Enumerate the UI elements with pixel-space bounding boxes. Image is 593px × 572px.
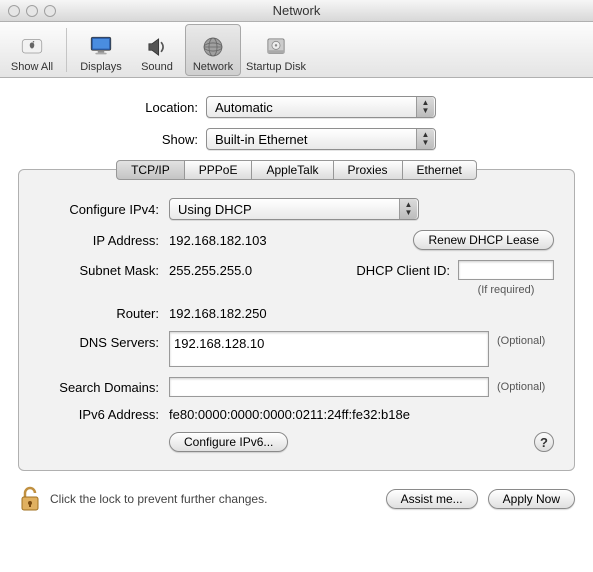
toolbar-label: Network xyxy=(193,61,233,73)
tab-proxies[interactable]: Proxies xyxy=(333,160,403,180)
tab-appletalk[interactable]: AppleTalk xyxy=(251,160,333,180)
toolbar-separator xyxy=(66,28,67,72)
search-domains-label: Search Domains: xyxy=(39,380,169,395)
toolbar-startup-disk[interactable]: Startup Disk xyxy=(241,24,311,76)
tab-pppoe[interactable]: PPPoE xyxy=(184,160,253,180)
toolbar-sound[interactable]: Sound xyxy=(129,24,185,76)
settings-pane: TCP/IP PPPoE AppleTalk Proxies Ethernet … xyxy=(18,160,575,471)
chevron-updown-icon: ▲▼ xyxy=(416,97,434,117)
dns-servers-input[interactable]: 192.168.128.10 xyxy=(169,331,489,367)
toolbar-show-all[interactable]: Show All xyxy=(4,24,60,76)
configure-ipv4-value: Using DHCP xyxy=(178,202,252,217)
apply-now-button[interactable]: Apply Now xyxy=(488,489,575,509)
window-controls xyxy=(0,5,56,17)
location-label: Location: xyxy=(0,100,206,115)
display-icon xyxy=(84,33,118,61)
tab-ethernet[interactable]: Ethernet xyxy=(402,160,477,180)
globe-icon xyxy=(196,33,230,61)
zoom-window-button[interactable] xyxy=(44,5,56,17)
router-label: Router: xyxy=(39,306,169,321)
close-window-button[interactable] xyxy=(8,5,20,17)
search-optional-note: (Optional) xyxy=(489,381,545,393)
show-select[interactable]: Built-in Ethernet ▲▼ xyxy=(206,128,436,150)
configure-ipv4-select[interactable]: Using DHCP ▲▼ xyxy=(169,198,419,220)
apple-icon xyxy=(15,33,49,61)
lock-icon[interactable] xyxy=(18,485,42,513)
tcpip-panel: Configure IPv4: Using DHCP ▲▼ IP Address… xyxy=(18,169,575,471)
show-label: Show: xyxy=(0,132,206,147)
configure-ipv6-button[interactable]: Configure IPv6... xyxy=(169,432,288,452)
search-domains-input[interactable] xyxy=(169,377,489,397)
dhcp-client-id-label: DHCP Client ID: xyxy=(356,263,458,278)
dns-servers-label: DNS Servers: xyxy=(39,331,169,350)
ip-address-value: 192.168.182.103 xyxy=(169,233,413,248)
dhcp-client-note: (If required) xyxy=(458,284,554,296)
tab-bar: TCP/IP PPPoE AppleTalk Proxies Ethernet xyxy=(18,160,575,180)
dhcp-client-id-input[interactable] xyxy=(458,260,554,280)
window-title: Network xyxy=(0,3,593,18)
toolbar-label: Show All xyxy=(11,61,53,73)
footer: Click the lock to prevent further change… xyxy=(0,471,593,527)
chevron-updown-icon: ▲▼ xyxy=(416,129,434,149)
toolbar-displays[interactable]: Displays xyxy=(73,24,129,76)
ip-address-label: IP Address: xyxy=(39,233,169,248)
toolbar-network[interactable]: Network xyxy=(185,24,241,76)
configure-ipv4-label: Configure IPv4: xyxy=(39,202,169,217)
toolbar-label: Displays xyxy=(80,61,122,73)
dns-optional-note: (Optional) xyxy=(489,331,545,347)
disk-icon xyxy=(259,33,293,61)
lock-text: Click the lock to prevent further change… xyxy=(42,492,386,506)
speaker-icon xyxy=(140,33,174,61)
help-button[interactable]: ? xyxy=(534,432,554,452)
show-value: Built-in Ethernet xyxy=(215,132,308,147)
router-value: 192.168.182.250 xyxy=(169,306,267,321)
titlebar: Network xyxy=(0,0,593,22)
renew-dhcp-button[interactable]: Renew DHCP Lease xyxy=(413,230,554,250)
subnet-mask-label: Subnet Mask: xyxy=(39,263,169,278)
subnet-mask-value: 255.255.255.0 xyxy=(169,263,299,278)
content-area: Location: Automatic ▲▼ Show: Built-in Et… xyxy=(0,78,593,527)
assist-me-button[interactable]: Assist me... xyxy=(386,489,478,509)
toolbar: Show All Displays Sound xyxy=(0,22,593,78)
ipv6-address-value: fe80:0000:0000:0000:0211:24ff:fe32:b18e xyxy=(169,407,410,422)
ipv6-address-label: IPv6 Address: xyxy=(39,407,169,422)
chevron-updown-icon: ▲▼ xyxy=(399,199,417,219)
location-value: Automatic xyxy=(215,100,273,115)
location-select[interactable]: Automatic ▲▼ xyxy=(206,96,436,118)
toolbar-label: Sound xyxy=(141,61,173,73)
toolbar-label: Startup Disk xyxy=(246,61,306,73)
minimize-window-button[interactable] xyxy=(26,5,38,17)
tab-tcpip[interactable]: TCP/IP xyxy=(116,160,185,180)
